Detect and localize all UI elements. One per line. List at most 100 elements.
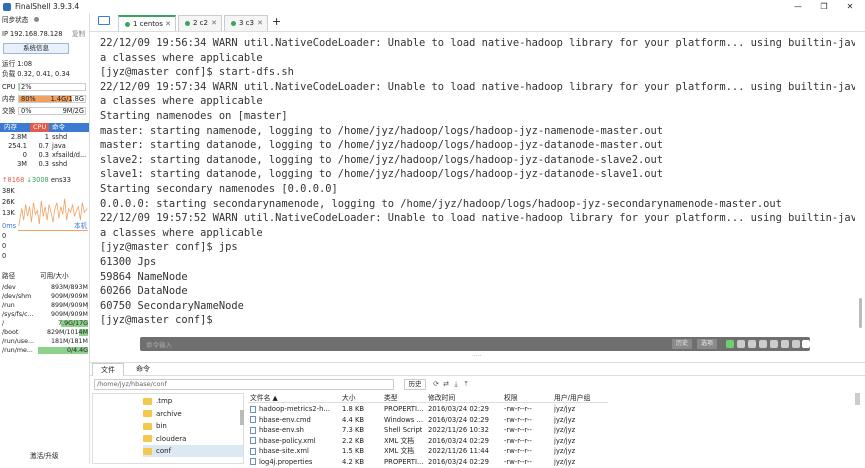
tab-c3[interactable]: 3 c3 ✕: [224, 15, 268, 31]
bottom-panel-tabs: 文件 命令: [90, 362, 865, 376]
tree-folder[interactable]: .tmp: [143, 395, 243, 407]
latency-value-1: 0: [2, 232, 7, 240]
file-list-scrollbar[interactable]: [855, 393, 860, 405]
tab-files[interactable]: 文件: [92, 363, 124, 376]
copy-ip-link[interactable]: 复制: [72, 30, 85, 39]
column-header[interactable]: 用户/用户组: [554, 393, 590, 403]
terminal-line: 0.0.0.0: starting secondarynamenode, log…: [100, 197, 782, 210]
arrow-down-icon[interactable]: [792, 340, 800, 348]
process-row[interactable]: 2.8M 1 sshd: [0, 133, 89, 142]
command-input-bar[interactable]: 命令输入 历史 选项: [140, 337, 810, 351]
column-header[interactable]: 修改时间: [428, 393, 455, 403]
process-row[interactable]: 254.1 0.7 java: [0, 142, 89, 151]
download-icon[interactable]: ⤓: [452, 380, 460, 388]
terminal-line: 61300 Jps: [100, 255, 157, 268]
file-permissions: -rw-r--r--: [504, 457, 532, 466]
tree-folder[interactable]: bin: [143, 420, 243, 432]
maximize-button[interactable]: ❐: [811, 0, 837, 13]
history-button[interactable]: 历史: [672, 339, 692, 349]
tab-commands[interactable]: 命令: [128, 363, 158, 376]
terminal-output[interactable]: 22/12/09 19:56:34 WARN util.NativeCodeLo…: [95, 33, 855, 333]
close-button[interactable]: ✕: [837, 0, 863, 13]
path-input[interactable]: /home/jyz/hbase/conf: [94, 379, 394, 390]
terminal-line: a classes where applicable: [100, 51, 263, 64]
tree-folder-label: bin: [156, 422, 167, 430]
tab-close-icon[interactable]: ✕: [165, 17, 171, 32]
fs-usage: 0/4.4G: [66, 347, 88, 354]
file-icon: [250, 447, 256, 455]
file-row[interactable]: hbase-site.xml 1.5 KB XML 文档 2022/11/26 11:…: [248, 446, 608, 457]
upload-icon[interactable]: ⤒: [462, 380, 470, 388]
gear-icon[interactable]: [781, 340, 789, 348]
process-row[interactable]: 3M 0.3 sshd: [0, 160, 89, 169]
system-info-button[interactable]: 系统信息: [3, 43, 69, 54]
folder-open-icon[interactable]: [98, 16, 110, 25]
add-tab-button[interactable]: +: [272, 15, 281, 28]
fs-path: /run/me...: [2, 347, 33, 354]
clear-icon[interactable]: [770, 340, 778, 348]
minimize-button[interactable]: —: [785, 0, 811, 13]
file-modified: 2016/03/24 02:29: [428, 415, 489, 424]
file-row[interactable]: hbase-env.sh 7.3 KB Shell Script 2022/11/26…: [248, 425, 608, 436]
process-tab-cmd[interactable]: 命令: [52, 123, 65, 132]
column-header[interactable]: 文件名 ▲: [250, 393, 278, 403]
command-input[interactable]: 命令输入: [146, 339, 172, 349]
process-mem: 2.8M: [10, 133, 27, 141]
tree-folder[interactable]: cloudera: [143, 433, 243, 445]
tree-scrollbar[interactable]: [240, 410, 244, 425]
scrollbar-thumb[interactable]: [859, 298, 862, 328]
send-icon[interactable]: [726, 340, 734, 348]
process-tab-cpu[interactable]: CPU: [30, 123, 50, 132]
process-row[interactable]: 0 0.3 xfsaild/d...: [0, 151, 89, 160]
terminal-scrollbar[interactable]: [858, 33, 864, 333]
connected-dot-icon: [231, 20, 236, 26]
file-owner: jyz/jyz: [554, 426, 576, 434]
options-button[interactable]: 选项: [697, 339, 717, 349]
process-tab-mem[interactable]: 内存: [4, 123, 17, 132]
tab-centos[interactable]: 1 centos ✕: [118, 15, 176, 31]
column-header[interactable]: 类型: [384, 393, 398, 403]
filesystem-row: /dev 893M/893M: [0, 283, 89, 292]
column-header[interactable]: 大小: [342, 393, 356, 403]
file-modified: 2022/11/26 10:32: [428, 426, 489, 434]
refresh-icon[interactable]: ⟳: [432, 380, 440, 388]
file-row[interactable]: hbase-policy.xml 2.2 KB XML 文档 2016/03/24 0…: [248, 436, 608, 447]
process-tabs: 内存 CPU 命令: [0, 123, 89, 132]
file-row[interactable]: log4j.properties 4.2 KB PROPERTI... 2016/03…: [248, 457, 608, 468]
maximize-terminal-icon[interactable]: [802, 340, 810, 348]
tree-folder[interactable]: archive: [143, 408, 243, 420]
file-name-text: hbase-policy.xml: [259, 436, 316, 445]
file-type: Shell Script: [384, 426, 423, 434]
splitter-handle-icon[interactable]: ·····: [472, 353, 482, 360]
column-header[interactable]: 权限: [504, 393, 518, 403]
copy-icon[interactable]: [737, 340, 745, 348]
swap-meter: 0% 9M/2G: [18, 107, 86, 115]
link-icon[interactable]: ⇄: [442, 380, 450, 388]
tab-c2[interactable]: 2 c2 ✕: [178, 15, 222, 31]
load-average: 负载 0.32, 0.41, 0.34: [2, 70, 70, 78]
path-history-button[interactable]: 历史: [404, 379, 426, 390]
file-row[interactable]: hbase-env.cmd 4.4 KB Windows ... 2016/03/24…: [248, 415, 608, 426]
terminal-line: a classes where applicable: [100, 226, 263, 239]
fs-usage: 899M/909M: [50, 302, 88, 309]
net-interface[interactable]: ens33: [51, 176, 71, 184]
ip-address: IP 192.168.78.128: [2, 30, 63, 38]
fs-header-path: 路径: [2, 272, 16, 280]
filesystem-row: /run/me... 0/4.4G: [0, 346, 89, 355]
sidebar: 同步状态 IP 192.168.78.128 复制 系统信息 运行 1:08 负…: [0, 13, 90, 464]
process-cpu: 0.3: [38, 151, 50, 159]
latency-host[interactable]: 本机: [74, 222, 87, 231]
fs-header-usage: 可用/大小: [40, 272, 69, 280]
activate-link[interactable]: 激活/升级: [30, 452, 59, 461]
file-name-text: hadoop-metrics2-h...: [259, 405, 330, 413]
search-icon[interactable]: [759, 340, 767, 348]
tab-close-icon[interactable]: ✕: [211, 16, 217, 31]
paste-icon[interactable]: [748, 340, 756, 348]
tree-folder[interactable]: conf: [143, 445, 243, 457]
file-size: 2.2 KB: [342, 436, 365, 445]
terminal-line: [jyz@master conf]$ jps: [100, 241, 238, 254]
latency-value-3: 0: [2, 252, 7, 260]
tab-close-icon[interactable]: ✕: [257, 16, 263, 31]
window-title: FinalShell 3.9.3.4: [15, 2, 80, 11]
file-row[interactable]: hadoop-metrics2-h... 1.8 KB PROPERTI... 201…: [248, 404, 608, 415]
